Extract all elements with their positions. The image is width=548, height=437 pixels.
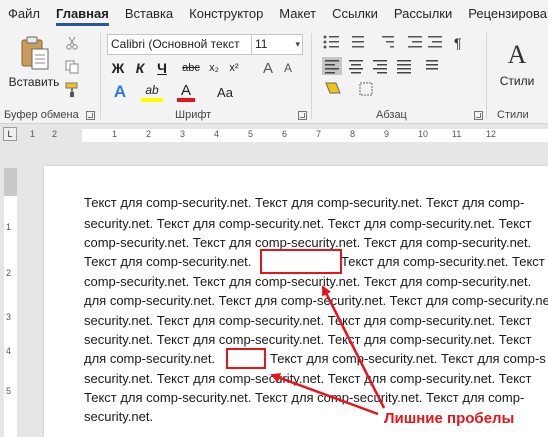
annotation-label: Лишние пробелы — [384, 410, 515, 427]
annotation-arrows — [270, 285, 386, 416]
word-window: Файл Главная Вставка Конструктор Макет С… — [0, 0, 548, 437]
